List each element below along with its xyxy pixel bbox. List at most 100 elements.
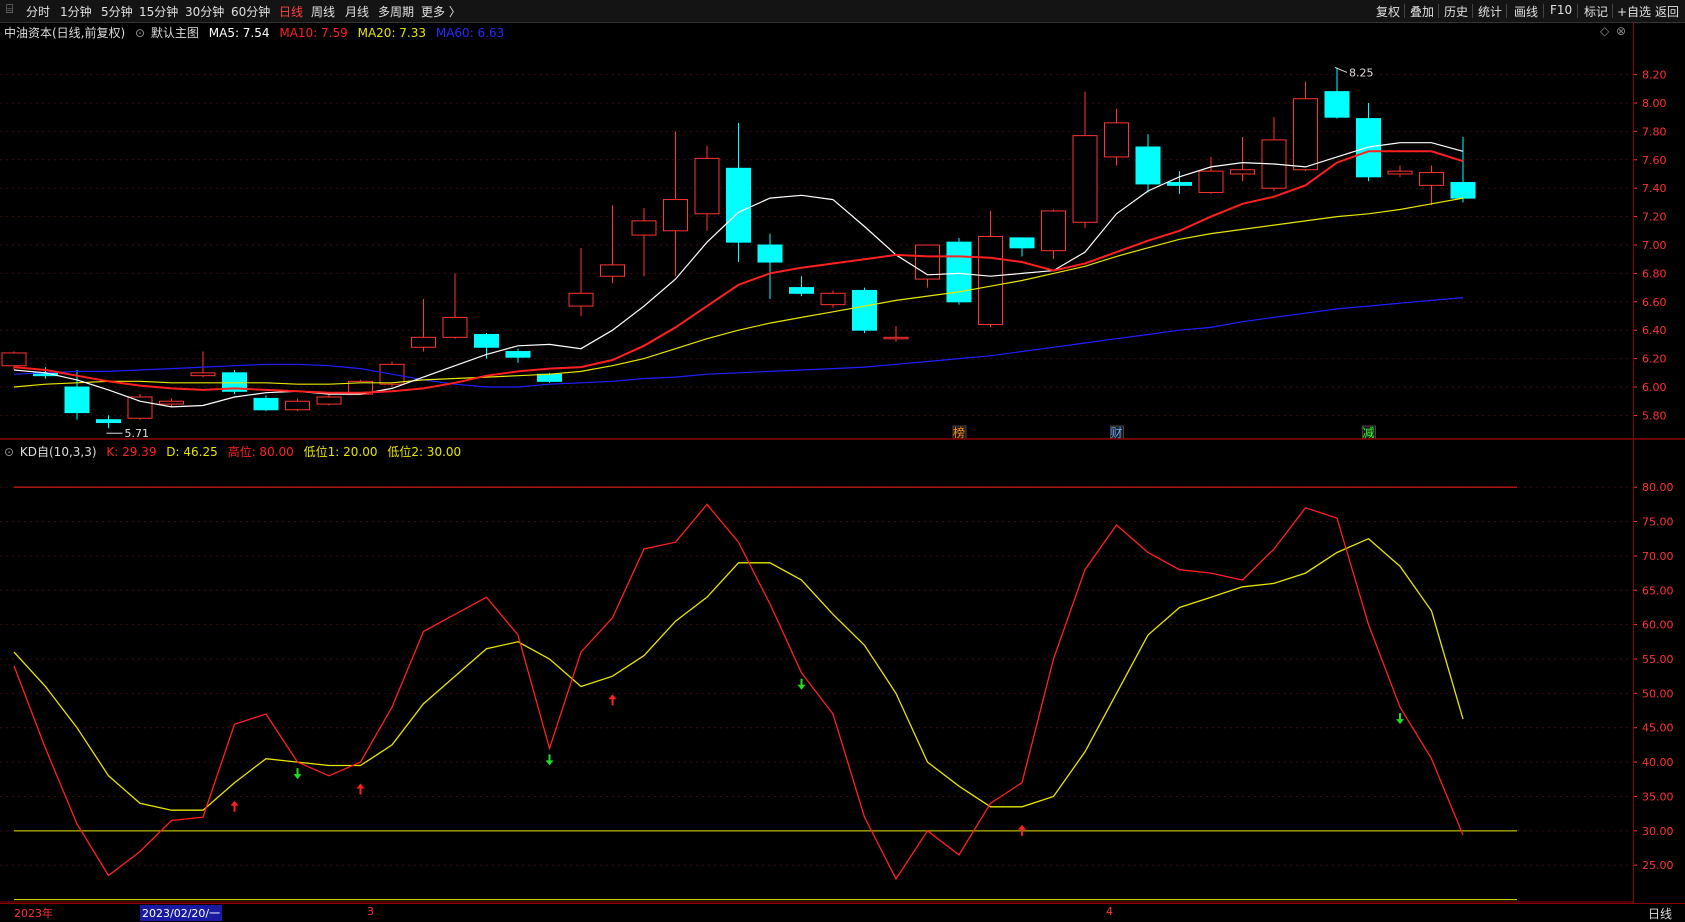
kd-tick-label: 50.00 xyxy=(1642,687,1674,700)
period-toolbar: ⌸ 分时 1分钟 5分钟 15分钟 30分钟 60分钟 日线 周线 月线 多周期… xyxy=(0,0,1685,23)
candle-down xyxy=(1167,182,1192,186)
kd-tick-label: 75.00 xyxy=(1642,516,1674,529)
event-marker-label: 减 xyxy=(1363,426,1375,440)
cursor-date: 2023/02/20/一 xyxy=(140,905,223,921)
period-label[interactable]: 日线 xyxy=(1648,905,1672,922)
candle-up xyxy=(568,292,594,307)
candle-down xyxy=(726,167,751,243)
tab-more[interactable]: 更多 〉 xyxy=(421,3,461,20)
back-button[interactable]: 返回 xyxy=(1655,3,1679,20)
f10-button[interactable]: F10 xyxy=(1550,3,1572,17)
candle-up xyxy=(127,396,153,419)
buy-signal-arrow xyxy=(230,800,239,812)
tab-1min[interactable]: 1分钟 xyxy=(60,3,92,20)
tab-multi-period[interactable]: 多周期 xyxy=(378,3,414,20)
price-chart[interactable]: 5.80 6.00 6.20 6.40 6.60 6.80 7.00 7.20 7.40 7.60… xyxy=(0,23,1685,441)
price-tick-label: 5.80 xyxy=(1642,409,1667,422)
year-label: 2023年 xyxy=(14,907,53,920)
tab-weekly[interactable]: 周线 xyxy=(311,3,335,20)
candle-down xyxy=(253,397,279,411)
candle-down xyxy=(789,287,814,294)
kd-indicator-header: ⊙ KD自(10,3,3) K: 29.39 D: 46.25 高位: 80.0… xyxy=(4,443,467,460)
candle-up xyxy=(631,220,657,236)
kd-dropdown-icon[interactable]: ⊙ xyxy=(4,445,14,459)
month-4-label: 4 xyxy=(1106,905,1113,918)
toolbar-menu-icon[interactable]: ⌸ xyxy=(6,2,13,17)
candle-up xyxy=(663,199,688,232)
candle-up xyxy=(1104,122,1129,158)
candle-down xyxy=(757,244,783,263)
candle-up xyxy=(883,336,909,340)
tab-30min[interactable]: 30分钟 xyxy=(185,3,224,20)
kd-chart[interactable]: 25.00 30.00 35.00 40.00 45.00 50.00 55.00 60.00… xyxy=(0,470,1685,903)
candle-up xyxy=(1041,210,1066,252)
kd-tick-label: 70.00 xyxy=(1642,550,1674,563)
kd-tick-label: 30.00 xyxy=(1642,825,1674,838)
price-tick-label: 6.60 xyxy=(1642,296,1667,309)
candle-up xyxy=(285,400,310,411)
history-button[interactable]: 历史 xyxy=(1444,3,1468,20)
candle-up xyxy=(978,235,1003,326)
candle-up xyxy=(1230,169,1255,175)
kd-tick-label: 45.00 xyxy=(1642,722,1674,735)
adjust-button[interactable]: 复权 xyxy=(1376,3,1400,20)
buy-signal-arrow xyxy=(1018,824,1026,836)
draw-button[interactable]: 画线 xyxy=(1514,3,1538,20)
price-tick-label: 7.60 xyxy=(1642,154,1667,167)
candle-down xyxy=(1135,146,1161,185)
mark-button[interactable]: 标记 xyxy=(1584,3,1608,20)
candle-up xyxy=(694,157,720,215)
candle-down xyxy=(505,351,531,358)
candle-down xyxy=(852,289,877,331)
kd-tick-label: 60.00 xyxy=(1642,619,1674,632)
sell-signal-arrow xyxy=(1396,713,1404,725)
candle-up xyxy=(411,336,436,348)
candle-up xyxy=(600,264,625,277)
price-tick-label: 6.00 xyxy=(1642,381,1667,394)
month-3-label: 3 xyxy=(367,905,374,918)
price-tick-label: 6.40 xyxy=(1642,324,1667,337)
candle-down xyxy=(537,373,562,382)
kd-low1-level: 低位1: 20.00 xyxy=(303,445,378,459)
candle-up xyxy=(1293,98,1318,171)
kd-tick-label: 55.00 xyxy=(1642,653,1674,666)
candle-up xyxy=(1198,170,1224,193)
sell-signal-arrow xyxy=(545,754,554,766)
candle-up xyxy=(1,352,27,367)
event-marker-label: 榜 xyxy=(953,425,965,440)
kd-name[interactable]: KD自(10,3,3) xyxy=(20,445,97,459)
candle-down xyxy=(474,333,499,348)
tab-15min[interactable]: 15分钟 xyxy=(139,3,178,20)
event-marker-label: 财 xyxy=(1111,426,1123,440)
buy-signal-arrow xyxy=(356,783,365,795)
candle-up xyxy=(1419,172,1444,186)
price-tick-label: 7.00 xyxy=(1642,239,1667,252)
tab-daily[interactable]: 日线 xyxy=(279,3,303,20)
candle-up xyxy=(1387,170,1413,175)
candle-down xyxy=(1009,237,1035,249)
tab-5min[interactable]: 5分钟 xyxy=(101,3,133,20)
candle-up xyxy=(1072,135,1098,223)
price-tick-label: 7.20 xyxy=(1642,211,1667,224)
add-watchlist-button[interactable]: +自选 xyxy=(1617,3,1651,20)
kd-low2-level: 低位2: 30.00 xyxy=(387,445,462,459)
candle-down xyxy=(1356,118,1381,178)
candle-up xyxy=(442,316,468,338)
kd-high-level: 高位: 80.00 xyxy=(227,445,294,459)
tab-60min[interactable]: 60分钟 xyxy=(231,3,270,20)
high-marker-label: 8.25 xyxy=(1349,66,1374,79)
price-tick-label: 6.20 xyxy=(1642,353,1667,366)
overlay-button[interactable]: 叠加 xyxy=(1410,3,1434,20)
statistics-button[interactable]: 统计 xyxy=(1478,3,1502,20)
price-tick-label: 8.00 xyxy=(1642,97,1667,110)
kd-tick-label: 25.00 xyxy=(1642,859,1674,872)
buy-signal-arrow xyxy=(608,694,617,706)
candle-up xyxy=(159,400,184,405)
candle-up xyxy=(316,396,342,405)
tab-monthly[interactable]: 月线 xyxy=(345,3,369,20)
candle-down xyxy=(96,419,121,424)
kd-k-line xyxy=(13,503,1464,881)
price-axis-divider xyxy=(1633,23,1634,903)
sell-signal-arrow xyxy=(293,768,302,780)
tab-minute[interactable]: 分时 xyxy=(26,3,50,20)
